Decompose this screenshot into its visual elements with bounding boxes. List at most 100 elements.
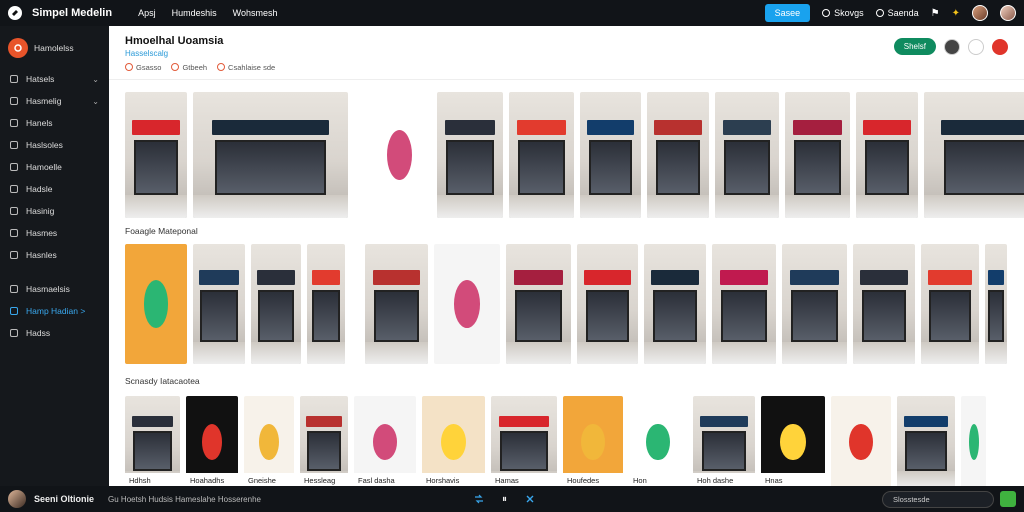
image-thumbnail[interactable]: Hoahadhs: [186, 396, 238, 486]
page-title: Hmoelhal Uoamsia: [125, 35, 224, 47]
file-icon: [10, 141, 18, 149]
image-row-1: [125, 92, 1024, 218]
image-thumbnail[interactable]: [434, 244, 500, 364]
user-name: Seeni Oltionie: [34, 494, 95, 504]
topnav-item[interactable]: Apsj: [138, 8, 156, 18]
sidebar-item[interactable]: Hanels: [0, 112, 109, 134]
flag-icon[interactable]: ⚑: [931, 8, 940, 19]
image-thumbnail[interactable]: [961, 396, 986, 486]
image-thumbnail[interactable]: Hon: [629, 396, 687, 486]
page-header: Hmoelhal Uoamsia Hasselscalg Gsasso Gtbe…: [109, 26, 1024, 80]
sidebar-item[interactable]: Hamoelle: [0, 156, 109, 178]
thumbnail-caption: Hon: [629, 473, 687, 486]
send-button[interactable]: [1000, 491, 1016, 507]
page-subtitle[interactable]: Hasselscalg: [125, 49, 1008, 58]
image-thumbnail[interactable]: [712, 244, 776, 364]
image-thumbnail[interactable]: [644, 244, 706, 364]
thumbnail-caption: Hoahadhs: [186, 473, 238, 486]
image-thumbnail[interactable]: [506, 244, 571, 364]
image-thumbnail[interactable]: [580, 92, 641, 218]
image-thumbnail[interactable]: [577, 244, 638, 364]
settings-icon: [10, 329, 18, 337]
app-logo-icon[interactable]: [8, 6, 22, 20]
sidebar-item-label: Hadsle: [26, 184, 53, 194]
image-thumbnail[interactable]: [924, 92, 1024, 218]
sidebar-item[interactable]: Hasinig: [0, 200, 109, 222]
notification-icon[interactable]: ✦: [952, 8, 960, 19]
sidebar-item[interactable]: Hatsels ⌄: [0, 68, 109, 90]
chat-input[interactable]: Slosstesde: [882, 490, 994, 508]
image-thumbnail[interactable]: [368, 92, 431, 218]
image-thumbnail[interactable]: [715, 92, 779, 218]
sidebar-item[interactable]: Hamp Hadian >: [0, 300, 109, 322]
sidebar-item[interactable]: Hasmelig ⌄: [0, 90, 109, 112]
image-thumbnail[interactable]: [193, 244, 245, 364]
avatar-secondary[interactable]: [1000, 5, 1016, 21]
image-thumbnail[interactable]: [193, 92, 348, 218]
primary-button[interactable]: Sasee: [764, 4, 811, 22]
image-thumbnail[interactable]: [125, 244, 187, 364]
image-thumbnail[interactable]: Hessleag: [300, 396, 348, 486]
star-icon: [10, 207, 18, 215]
copy-icon[interactable]: [968, 38, 984, 55]
play-pause-icon[interactable]: ⏸: [502, 494, 507, 505]
image-thumbnail[interactable]: Horshavis: [422, 396, 485, 486]
image-row-3: Hdhsh Hoahadhs Gneishe Hessleag Fasl dasha Ho…: [125, 396, 986, 486]
section-title: Scnasdy Iatacaotea: [125, 376, 200, 386]
sidebar: Hamolelss Hatsels ⌄ Hasmelig ⌄ Hanels Haslsol…: [0, 26, 109, 486]
status-text: Gu Hoetsh Hudsis Hameslahe Hosserenhe: [108, 494, 261, 504]
image-thumbnail[interactable]: Hamas: [491, 396, 557, 486]
app-title: Simpel Medelin: [32, 7, 113, 19]
sidebar-header[interactable]: Hamolelss: [0, 26, 109, 68]
image-thumbnail[interactable]: [785, 92, 850, 218]
sidebar-item[interactable]: Hadsle: [0, 178, 109, 200]
top-item-1[interactable]: Skovgs: [822, 8, 864, 18]
bottom-bar: Seeni Oltionie Gu Hoetsh Hudsis Hameslah…: [0, 486, 1024, 512]
action-button[interactable]: Shelsf: [893, 38, 936, 55]
sidebar-item-label: Hasmelig: [26, 96, 62, 106]
image-thumbnail[interactable]: Hnas: [761, 396, 825, 486]
image-thumbnail[interactable]: Fasl dasha: [354, 396, 416, 486]
image-thumbnail[interactable]: [921, 244, 979, 364]
main-content: Hmoelhal Uoamsia Hasselscalg Gsasso Gtbe…: [109, 26, 1024, 486]
image-thumbnail[interactable]: [831, 396, 891, 486]
shuffle-icon[interactable]: [474, 494, 484, 504]
image-thumbnail[interactable]: [437, 92, 503, 218]
settings-icon[interactable]: [944, 38, 960, 55]
image-thumbnail[interactable]: Hdhsh: [125, 396, 180, 486]
image-thumbnail[interactable]: [897, 396, 955, 486]
record-icon[interactable]: [992, 38, 1008, 55]
image-thumbnail[interactable]: [782, 244, 847, 364]
image-thumbnail[interactable]: [365, 244, 428, 364]
image-thumbnail[interactable]: Hoh dashe: [693, 396, 755, 486]
clock-icon: [822, 9, 831, 17]
image-thumbnail[interactable]: [509, 92, 574, 218]
sidebar-item[interactable]: Hasmaelsis: [0, 278, 109, 300]
user-avatar[interactable]: [8, 490, 26, 508]
top-item-2[interactable]: Saenda: [875, 8, 919, 18]
avatar[interactable]: [972, 5, 988, 21]
cross-icon[interactable]: [525, 494, 535, 504]
sidebar-item[interactable]: Hadss: [0, 322, 109, 344]
topnav-item[interactable]: Wohsmesh: [233, 8, 278, 18]
thumbnail-caption: Houfedes: [563, 473, 623, 486]
thumbnail-caption: Hoh dashe: [693, 473, 755, 486]
sidebar-item[interactable]: Haslsoles: [0, 134, 109, 156]
image-thumbnail[interactable]: [853, 244, 915, 364]
image-thumbnail[interactable]: [856, 92, 918, 218]
image-thumbnail[interactable]: [307, 244, 345, 364]
sidebar-item-label: Hatsels: [26, 74, 55, 84]
thumbnail-caption: Hdhsh: [125, 473, 180, 486]
shield-icon: [10, 285, 18, 293]
tag-icon: [10, 229, 18, 237]
image-thumbnail[interactable]: [251, 244, 301, 364]
image-thumbnail[interactable]: [647, 92, 709, 218]
thumbnail-caption: Gneishe: [244, 473, 294, 486]
topnav-item[interactable]: Humdeshis: [172, 8, 217, 18]
image-thumbnail[interactable]: [125, 92, 187, 218]
image-thumbnail[interactable]: Gneishe: [244, 396, 294, 486]
sidebar-item[interactable]: Hasmes: [0, 222, 109, 244]
image-thumbnail[interactable]: [985, 244, 1007, 364]
image-thumbnail[interactable]: Houfedes: [563, 396, 623, 486]
sidebar-item[interactable]: Hasnles: [0, 244, 109, 266]
